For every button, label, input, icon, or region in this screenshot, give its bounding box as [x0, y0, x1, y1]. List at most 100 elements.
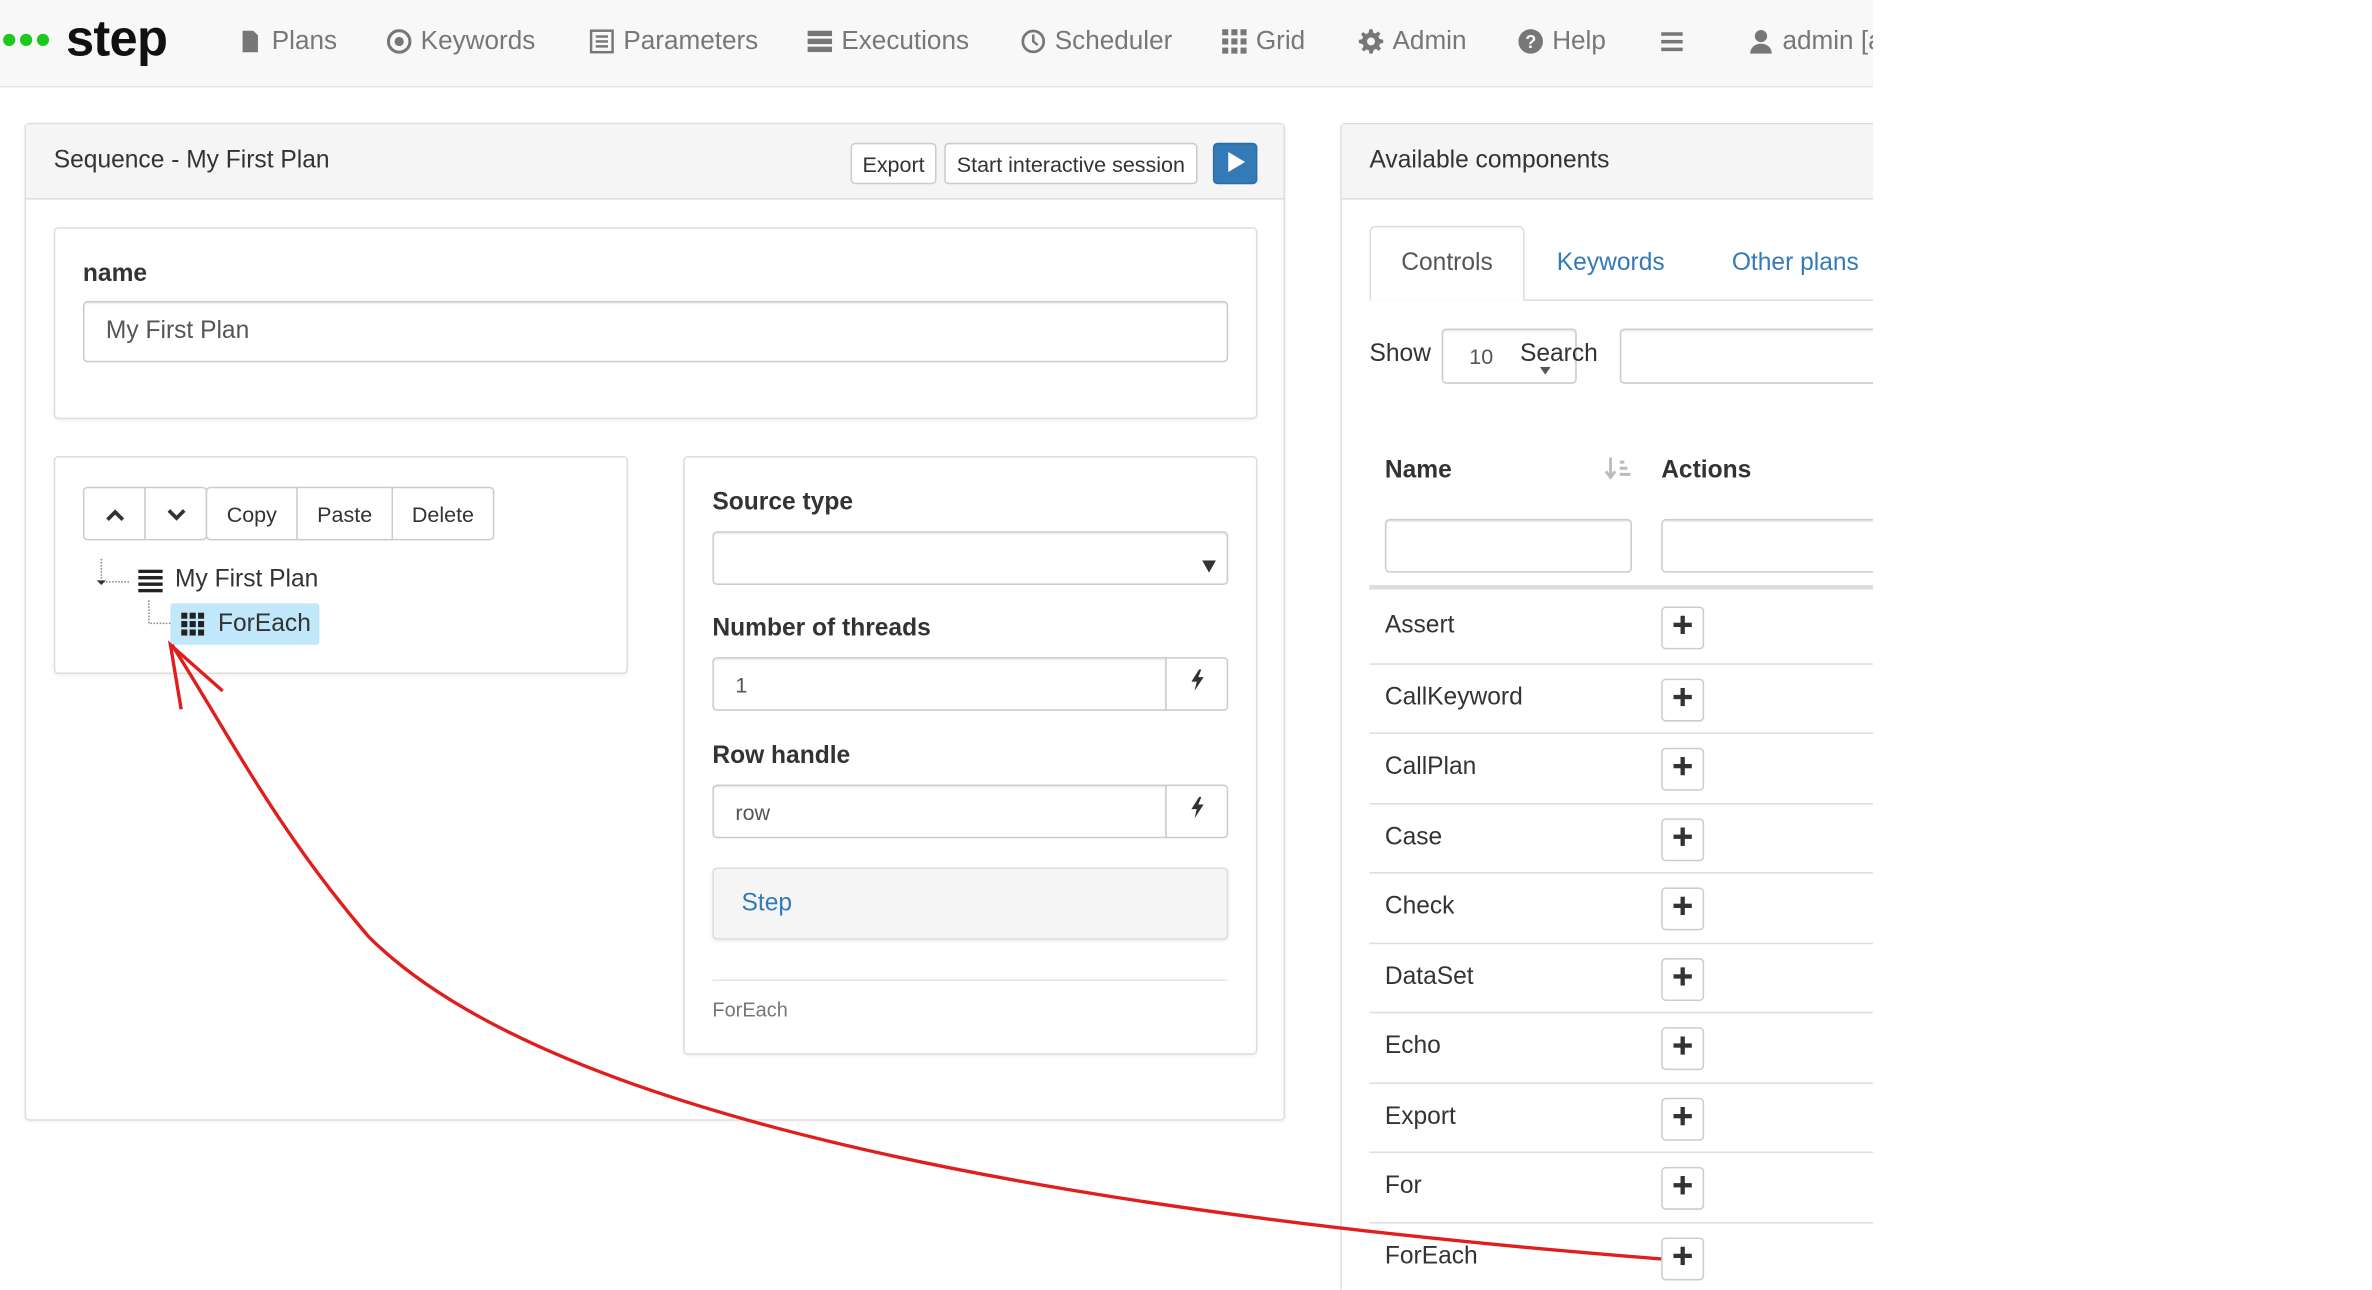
plus-icon	[1673, 1244, 1692, 1272]
hamburger-icon	[1660, 29, 1685, 54]
nav-help[interactable]: ? Help	[1518, 25, 1606, 59]
brand-logo[interactable]: step	[3, 6, 168, 74]
sort-descending-icon[interactable]	[1604, 456, 1632, 491]
step-link[interactable]: Step	[742, 890, 793, 918]
add-component-button[interactable]	[1661, 677, 1705, 721]
name-section: name My First Plan	[53, 227, 1258, 420]
nav-keywords[interactable]: Keywords	[386, 25, 536, 59]
component-name: Case	[1384, 823, 1443, 850]
nav-executions-label: Executions	[841, 26, 970, 56]
component-name: For	[1384, 1172, 1422, 1200]
nav-user-label: admin [a	[1782, 26, 1874, 56]
threads-input[interactable]: 1	[712, 657, 1167, 711]
move-up-button[interactable]	[82, 486, 146, 541]
nav-grid-label: Grid	[1255, 26, 1306, 56]
threads-dynamic-toggle[interactable]	[1165, 657, 1229, 711]
add-component-button[interactable]	[1661, 1236, 1705, 1280]
column-header-name[interactable]: Name	[1385, 458, 1452, 486]
tree-node-root-label: My First Plan	[175, 566, 319, 593]
row-handle-input[interactable]: row	[712, 784, 1167, 839]
plan-panel-title: Sequence - My First Plan	[53, 147, 330, 174]
move-down-button[interactable]	[144, 486, 208, 541]
plus-icon	[1673, 1105, 1692, 1133]
plus-icon	[1673, 755, 1692, 783]
row-handle-dynamic-toggle[interactable]	[1165, 784, 1229, 839]
table-row: CallPlan	[1369, 732, 1874, 801]
components-panel-header: Available components	[1341, 124, 1874, 200]
nav-grid[interactable]: Grid	[1222, 25, 1305, 59]
nav-parameters-label: Parameters	[623, 26, 759, 56]
table-row: DataSet	[1369, 941, 1874, 1011]
plan-name-input[interactable]: My First Plan	[82, 300, 1229, 363]
flash-icon	[1189, 796, 1204, 826]
export-button[interactable]: Export	[850, 142, 937, 185]
user-icon	[1749, 29, 1774, 54]
play-icon	[1226, 151, 1245, 176]
search-input[interactable]	[1619, 328, 1874, 384]
plus-icon	[1673, 895, 1692, 923]
tree-node-foreach[interactable]: ForEach	[170, 603, 321, 645]
tree-node-foreach-label: ForEach	[218, 610, 311, 637]
plus-icon	[1673, 1175, 1692, 1203]
delete-button[interactable]: Delete	[391, 486, 495, 541]
table-row: Echo	[1369, 1011, 1874, 1081]
source-type-select[interactable]	[712, 531, 1229, 585]
nav-scheduler-label: Scheduler	[1054, 26, 1173, 56]
add-component-button[interactable]	[1661, 1096, 1705, 1140]
nav-parameters[interactable]: Parameters	[589, 25, 759, 59]
plan-panel-header: Sequence - My First Plan Export Start in…	[26, 124, 1284, 200]
component-name: Echo	[1384, 1033, 1441, 1060]
name-filter-input[interactable]	[1384, 518, 1633, 573]
chevron-down-icon	[166, 501, 185, 526]
show-entries-label: Show	[1369, 340, 1431, 367]
add-component-button[interactable]	[1661, 606, 1705, 650]
screenshot: step Plans Keywords Parameters Execution…	[0, 0, 2372, 1290]
add-component-button[interactable]	[1661, 747, 1705, 791]
actions-filter-input[interactable]	[1661, 518, 1874, 573]
component-name: Assert	[1384, 612, 1455, 639]
start-interactive-session-button[interactable]: Start interactive session	[944, 142, 1198, 185]
add-component-button[interactable]	[1661, 1027, 1705, 1071]
nav-scheduler[interactable]: Scheduler	[1021, 25, 1172, 59]
nav-executions[interactable]: Executions	[807, 25, 970, 59]
nav-help-label: Help	[1552, 26, 1606, 56]
component-name: Check	[1384, 893, 1455, 920]
plus-icon	[1673, 1035, 1692, 1063]
nav-plans[interactable]: Plans	[238, 25, 337, 59]
table-row: Check	[1369, 872, 1874, 941]
table-header-border	[1369, 584, 1874, 590]
navbar: step Plans Keywords Parameters Execution…	[0, 0, 1874, 88]
tree-node-root[interactable]: My First Plan	[138, 563, 318, 597]
component-name: Export	[1384, 1103, 1456, 1130]
table-row: Assert	[1369, 593, 1873, 662]
plan-tree-section: Copy Paste Delete My First Plan ForEach	[53, 455, 628, 674]
add-component-button[interactable]	[1661, 957, 1705, 1001]
search-label: Search	[1519, 340, 1598, 367]
paste-button[interactable]: Paste	[296, 486, 394, 541]
table-row: Export	[1369, 1081, 1874, 1151]
tab-controls[interactable]: Controls	[1369, 225, 1525, 301]
nav-keywords-label: Keywords	[420, 26, 536, 56]
add-component-button[interactable]	[1661, 887, 1705, 931]
target-icon	[386, 29, 412, 54]
app-frame: step Plans Keywords Parameters Execution…	[0, 0, 1874, 1290]
run-plan-button[interactable]	[1212, 142, 1258, 185]
tab-keywords[interactable]: Keywords	[1557, 226, 1665, 301]
add-component-button[interactable]	[1661, 817, 1705, 861]
plus-icon	[1673, 825, 1692, 853]
component-name: ForEach	[1384, 1242, 1478, 1269]
source-type-label: Source type	[712, 489, 854, 516]
brand-dot	[36, 33, 50, 47]
menu-toggle[interactable]	[1660, 25, 1694, 59]
brand-dot	[19, 33, 33, 47]
tasks-icon	[807, 29, 833, 54]
copy-button[interactable]: Copy	[205, 486, 298, 541]
add-component-button[interactable]	[1661, 1166, 1705, 1210]
nav-plans-label: Plans	[271, 26, 338, 56]
table-row: Case	[1369, 802, 1874, 871]
nav-admin[interactable]: Admin	[1358, 25, 1466, 59]
tab-other-plans[interactable]: Other plans	[1732, 226, 1859, 301]
flash-icon	[1189, 669, 1204, 698]
step-collapsible[interactable]: Step	[712, 867, 1229, 940]
nav-user[interactable]: admin [a	[1749, 25, 1873, 59]
